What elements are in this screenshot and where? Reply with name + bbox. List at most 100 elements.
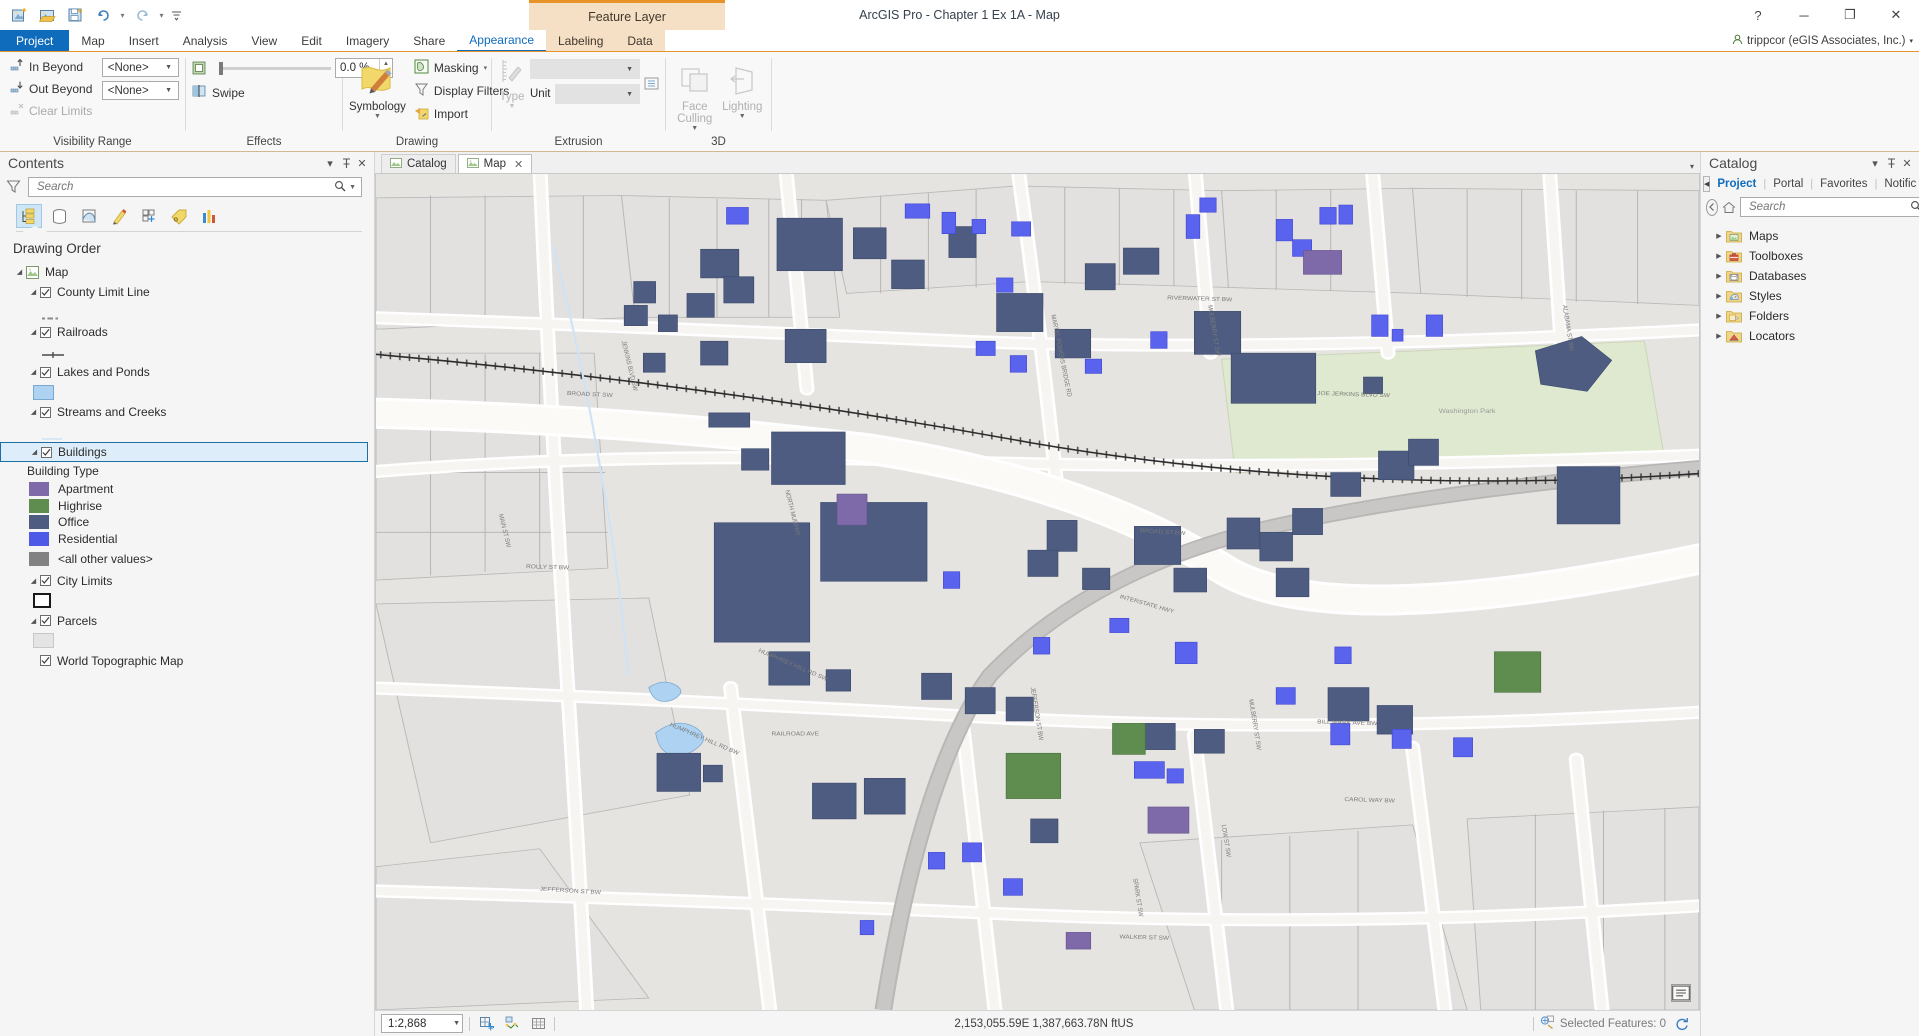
toc-layer-buildings[interactable]: ◢ Buildings — [0, 442, 368, 462]
back-arrow-icon[interactable] — [1706, 198, 1718, 216]
layer-checkbox-city-limits[interactable] — [40, 575, 51, 586]
map-scale-combo[interactable]: 1:2,868 ▼ — [381, 1014, 463, 1033]
measure-button[interactable] — [502, 1014, 522, 1034]
layer-checkbox-railroads[interactable] — [40, 326, 51, 338]
expander-icon[interactable]: ▶ — [1712, 312, 1726, 320]
chevron-down-icon[interactable]: ▼ — [509, 103, 516, 110]
map-canvas[interactable]: Washington Park RIVERWATER ST BW JOE JER… — [375, 173, 1700, 1010]
tab-insert[interactable]: Insert — [117, 30, 171, 52]
tab-labeling[interactable]: Labeling — [546, 30, 616, 52]
layer-checkbox-parcels[interactable] — [40, 615, 51, 626]
contents-pin-icon[interactable] — [338, 155, 354, 171]
expander-icon[interactable]: ◢ — [28, 446, 41, 459]
catalog-tab-project[interactable]: Project — [1710, 178, 1763, 190]
list-by-charts-button[interactable] — [196, 204, 222, 228]
tab-appearance[interactable]: Appearance — [457, 30, 546, 52]
face-culling-button[interactable]: Face Culling ▼ — [672, 56, 718, 133]
expander-icon[interactable]: ◢ — [27, 614, 40, 627]
symbology-button[interactable]: Symbology ▼ — [349, 56, 406, 121]
layer-checkbox-streams-and-creeks[interactable] — [40, 406, 51, 418]
view-tabs-overflow-icon[interactable]: ▾ — [1690, 162, 1694, 171]
lighting-button[interactable]: Lighting ▼ — [720, 56, 766, 121]
out-beyond-scale-combo[interactable]: <None> ▼ — [101, 81, 179, 100]
view-tab-map[interactable]: Map ✕ — [457, 154, 533, 173]
tab-data[interactable]: Data — [615, 30, 665, 52]
catalog-pin-icon[interactable] — [1883, 155, 1899, 171]
save-project-icon[interactable] — [62, 3, 88, 27]
catalog-item-folders[interactable]: ▶ Folders — [1701, 306, 1919, 326]
catalog-search-input[interactable] — [1747, 200, 1907, 214]
expander-icon[interactable]: ◢ — [27, 286, 40, 299]
toc-layer-parcels[interactable]: ◢ Parcels — [0, 611, 374, 631]
layer-checkbox-world-topographic-map[interactable] — [40, 655, 51, 666]
extrusion-list-icon[interactable] — [644, 77, 659, 94]
swipe-button[interactable]: Swipe — [192, 83, 249, 102]
toc-layer-county-limit-line[interactable]: ◢ County Limit Line — [0, 282, 374, 302]
new-project-icon[interactable] — [6, 3, 32, 27]
slider-thumb[interactable] — [219, 61, 223, 75]
expander-icon[interactable]: ▶ — [1712, 292, 1726, 300]
catalog-item-styles[interactable]: ▶ Styles — [1701, 286, 1919, 306]
expander-icon[interactable]: ▶ — [1712, 332, 1726, 340]
catalog-item-maps[interactable]: ▶ Maps — [1701, 226, 1919, 246]
tab-project[interactable]: Project — [0, 30, 70, 52]
list-by-labeling-button[interactable] — [166, 204, 192, 228]
tab-share[interactable]: Share — [401, 30, 457, 52]
legend-item-apartment[interactable]: Apartment — [0, 481, 374, 498]
minimize-button[interactable]: ─ — [1781, 0, 1827, 30]
chevron-down-icon[interactable]: ▼ — [453, 1020, 460, 1027]
tab-analysis[interactable]: Analysis — [171, 30, 240, 52]
legend-item-all-other-values[interactable]: <all other values> — [0, 551, 374, 568]
layer-checkbox-county-limit-line[interactable] — [40, 286, 51, 298]
toc-layer-world-topographic-map[interactable]: ◢ World Topographic Map — [0, 651, 374, 671]
list-by-selection-button[interactable] — [76, 204, 102, 228]
legend-item-office[interactable]: Office — [0, 514, 374, 531]
close-icon[interactable]: ✕ — [514, 158, 523, 171]
search-icon[interactable] — [1907, 200, 1919, 215]
undo-dropdown-icon[interactable]: ▾ — [118, 4, 127, 26]
catalog-item-databases[interactable]: ▶ Databases — [1701, 266, 1919, 286]
layer-checkbox-lakes-and-ponds[interactable] — [40, 366, 51, 378]
refresh-icon[interactable] — [1672, 1014, 1692, 1034]
in-beyond-button[interactable]: In Beyond — [6, 57, 98, 76]
catalog-search-box[interactable]: ▼ — [1740, 197, 1919, 217]
expander-icon[interactable]: ◢ — [13, 266, 26, 279]
close-button[interactable]: ✕ — [1873, 0, 1919, 30]
contents-close-icon[interactable]: ✕ — [354, 155, 370, 171]
chevron-down-icon[interactable]: ▼ — [622, 66, 637, 73]
expander-icon[interactable]: ◢ — [27, 406, 40, 419]
extrusion-expression-combo[interactable]: ▼ — [530, 59, 640, 79]
open-project-icon[interactable] — [34, 3, 60, 27]
filter-icon[interactable] — [6, 179, 22, 195]
extrusion-unit-combo[interactable]: ▼ — [555, 84, 640, 104]
in-beyond-scale-combo[interactable]: <None> ▼ — [101, 58, 179, 77]
toc-layer-city-limits[interactable]: ◢ City Limits — [0, 571, 374, 591]
chevron-down-icon[interactable]: ▼ — [622, 91, 637, 98]
list-by-data-source-button[interactable] — [46, 204, 72, 228]
expander-icon[interactable]: ▶ — [1712, 232, 1726, 240]
chevron-down-icon[interactable]: ▼ — [161, 64, 176, 71]
extrusion-ruler-icon[interactable] — [500, 58, 524, 91]
toc-layer-streams-and-creeks[interactable]: ◢ Streams and Creeks — [0, 402, 374, 422]
search-options-icon[interactable]: ▼ — [349, 184, 359, 191]
expander-icon[interactable]: ◢ — [27, 366, 40, 379]
account-menu[interactable]: trippcor (eGIS Associates, Inc.) ▾ — [1732, 30, 1913, 52]
grid-button[interactable] — [528, 1014, 548, 1034]
list-by-drawing-order-button[interactable] — [16, 204, 42, 228]
tab-imagery[interactable]: Imagery — [334, 30, 401, 52]
customize-icon[interactable] — [168, 4, 184, 26]
toc-layer-railroads[interactable]: ◢ Railroads — [0, 322, 374, 342]
list-by-editing-button[interactable] — [106, 204, 132, 228]
add-graphics-button[interactable] — [476, 1014, 496, 1034]
view-tab-catalog[interactable]: Catalog — [381, 154, 456, 173]
chevron-down-icon[interactable]: ▼ — [161, 87, 176, 94]
list-by-snapping-button[interactable] — [136, 204, 162, 228]
toc-map-node[interactable]: ◢ Map — [0, 262, 374, 282]
contents-search-box[interactable]: ▼ — [28, 177, 362, 197]
clear-limits-button[interactable]: Clear Limits — [6, 101, 98, 120]
catalog-tab-notifications[interactable]: Notific — [1877, 178, 1919, 190]
legend-item-highrise[interactable]: Highrise — [0, 498, 374, 515]
catalog-tab-portal[interactable]: Portal — [1766, 178, 1810, 190]
contents-search-input[interactable] — [35, 180, 332, 194]
tab-view[interactable]: View — [239, 30, 289, 52]
